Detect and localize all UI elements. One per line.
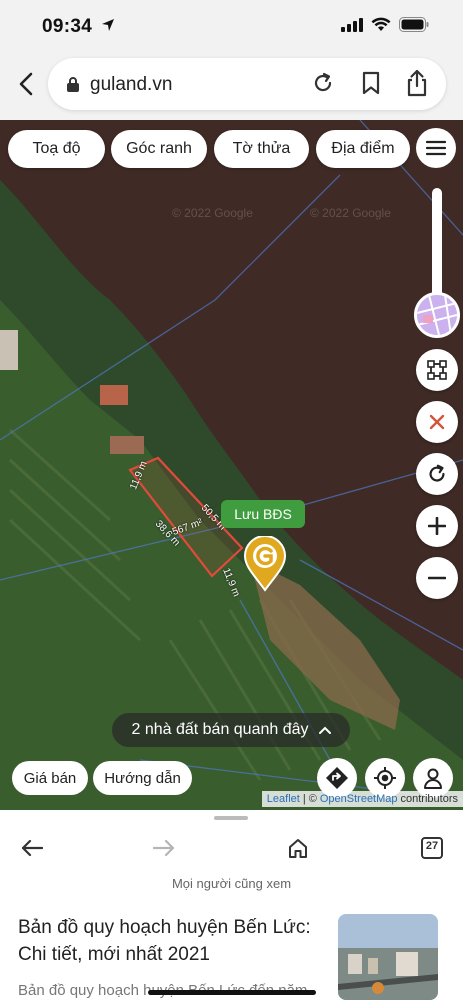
share-icon[interactable] bbox=[405, 69, 429, 97]
nav-back-button[interactable] bbox=[16, 832, 48, 864]
select-area-icon bbox=[427, 360, 447, 380]
layers-icon[interactable] bbox=[414, 292, 460, 338]
satellite-imagery[interactable] bbox=[0, 120, 463, 810]
marker-icon[interactable] bbox=[243, 536, 287, 592]
zoom-in-button[interactable] bbox=[416, 505, 458, 547]
locate-icon bbox=[374, 767, 396, 789]
nearby-listings-pill[interactable]: 2 nhà đất bán quanh đây bbox=[112, 713, 350, 747]
lock-icon bbox=[67, 77, 79, 92]
save-property-button[interactable]: Lưu BĐS bbox=[221, 500, 305, 528]
see-also-heading: Mọi người cũng xem bbox=[171, 876, 292, 891]
status-bar: 09:34 bbox=[0, 0, 463, 56]
arrow-left-icon bbox=[21, 839, 43, 857]
browser-bar: guland.vn bbox=[0, 56, 463, 120]
zoom-in-icon bbox=[428, 517, 446, 535]
chip-corner-points[interactable]: Góc ranh bbox=[111, 130, 207, 168]
browser-nav-bar: 27 bbox=[0, 822, 463, 874]
map-attribution: Leaflet | © OpenStreetMap contributors bbox=[261, 791, 463, 807]
bookmark-icon[interactable] bbox=[360, 71, 382, 95]
url-text: guland.vn bbox=[90, 74, 173, 95]
zoom-slider[interactable] bbox=[432, 188, 442, 298]
close-icon bbox=[429, 414, 445, 430]
chip-parcel-sheet[interactable]: Tờ thửa bbox=[214, 130, 309, 168]
menu-button[interactable] bbox=[416, 128, 456, 168]
signal-icon bbox=[341, 17, 363, 32]
zoom-out-button[interactable] bbox=[416, 557, 458, 599]
battery-icon bbox=[399, 17, 429, 32]
article-thumbnail[interactable] bbox=[338, 914, 438, 1000]
clear-button[interactable] bbox=[416, 401, 458, 443]
guide-button[interactable]: Hướng dẫn bbox=[93, 761, 192, 795]
nearby-listings-label: 2 nhà đất bán quanh đây bbox=[131, 721, 309, 738]
status-time: 09:34 bbox=[42, 16, 93, 37]
arrow-right-icon bbox=[153, 839, 175, 857]
imagery-watermark: © 2022 Google bbox=[172, 206, 253, 220]
reload-icon[interactable] bbox=[311, 71, 335, 95]
directions-icon bbox=[326, 767, 348, 789]
home-icon bbox=[289, 839, 307, 858]
nav-forward-button[interactable] bbox=[148, 832, 180, 864]
location-arrow-icon bbox=[102, 19, 114, 31]
home-button[interactable] bbox=[282, 832, 314, 864]
chip-location[interactable]: Địa điểm bbox=[316, 130, 410, 168]
attribution-sep: | © bbox=[302, 793, 317, 805]
browser-back-button[interactable] bbox=[12, 68, 40, 100]
attribution-contrib: contributors bbox=[400, 793, 458, 805]
osm-link[interactable]: OpenStreetMap bbox=[320, 793, 398, 805]
address-bar[interactable]: guland.vn bbox=[48, 58, 446, 110]
chevron-left-icon bbox=[19, 72, 33, 96]
chevron-up-icon bbox=[318, 726, 331, 734]
refresh-icon bbox=[429, 464, 445, 482]
status-icons bbox=[341, 17, 429, 32]
imagery-watermark: © 2022 Google bbox=[310, 206, 391, 220]
article-title[interactable]: Bản đồ quy hoạch huyện Bến Lức: Chi tiết… bbox=[18, 914, 323, 968]
tabs-button[interactable]: 27 bbox=[416, 832, 448, 864]
select-area-button[interactable] bbox=[416, 349, 458, 391]
sheet-handle[interactable] bbox=[214, 816, 248, 820]
map-view[interactable]: © 2022 Google © 2022 Google 11,9 m 50,5 … bbox=[0, 120, 463, 810]
chip-coordinates[interactable]: Toạ độ bbox=[8, 130, 105, 168]
leaflet-link[interactable]: Leaflet bbox=[267, 793, 300, 805]
menu-icon bbox=[426, 140, 446, 156]
person-icon bbox=[424, 768, 442, 789]
wifi-icon bbox=[371, 17, 391, 31]
price-button[interactable]: Giá bán bbox=[12, 761, 88, 795]
zoom-out-icon bbox=[428, 576, 446, 580]
home-indicator bbox=[148, 990, 316, 995]
tab-count: 27 bbox=[425, 840, 439, 852]
rotate-button[interactable] bbox=[416, 453, 458, 495]
